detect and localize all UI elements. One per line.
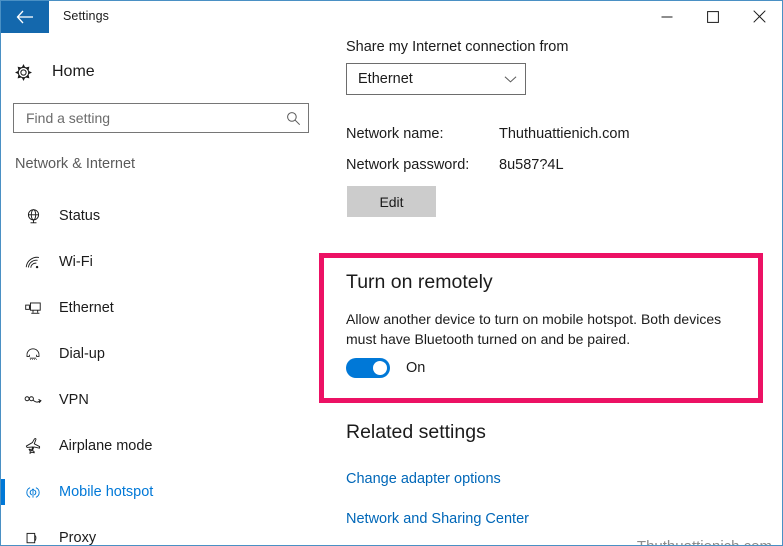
sidebar-item-wifi[interactable]: Wi-Fi	[1, 239, 319, 285]
close-icon	[752, 10, 766, 23]
selection-indicator	[1, 387, 5, 413]
sidebar: Home Network & Internet	[1, 33, 319, 545]
sidebar-home-label: Home	[52, 63, 95, 80]
maximize-button[interactable]	[690, 1, 736, 32]
selection-indicator	[1, 203, 5, 229]
sidebar-item-label: Proxy	[59, 530, 97, 546]
sidebar-item-label: Dial-up	[59, 346, 105, 362]
globe-icon	[11, 208, 55, 225]
window-title: Settings	[63, 9, 109, 23]
toggle-switch[interactable]	[346, 358, 390, 378]
title-bar: Settings	[1, 1, 782, 33]
dropdown-selected-value: Ethernet	[358, 71, 413, 87]
share-connection-dropdown[interactable]: Ethernet	[346, 63, 526, 95]
edit-button[interactable]: Edit	[347, 186, 436, 217]
turn-on-remotely-toggle[interactable]: On	[346, 358, 425, 378]
ethernet-icon	[11, 300, 55, 317]
sidebar-item-vpn[interactable]: VPN	[1, 377, 319, 423]
sidebar-item-ethernet[interactable]: Ethernet	[1, 285, 319, 331]
network-name-value: Thuthuattienich.com	[499, 126, 630, 142]
watermark: Thuthuattienich.com	[637, 538, 772, 545]
wifi-icon	[11, 254, 55, 271]
vpn-icon	[11, 393, 55, 408]
toggle-knob	[373, 361, 387, 375]
network-name-label: Network name:	[346, 126, 444, 142]
sidebar-item-label: VPN	[59, 392, 89, 408]
selection-indicator	[1, 479, 5, 505]
network-password-value: 8u587?4L	[499, 157, 564, 173]
sidebar-item-label: Wi-Fi	[59, 254, 93, 270]
turn-on-remotely-title: Turn on remotely	[346, 271, 493, 293]
sidebar-item-label: Ethernet	[59, 300, 114, 316]
toggle-state-label: On	[406, 360, 426, 376]
settings-window: Settings Home Find a setting Network & I…	[0, 0, 783, 546]
sidebar-item-label: Status	[59, 208, 101, 224]
sidebar-item-status[interactable]: Status	[1, 193, 319, 239]
selection-indicator	[1, 433, 5, 459]
sidebar-item-mobile-hotspot[interactable]: Mobile hotspot	[1, 469, 319, 515]
close-button[interactable]	[736, 1, 782, 32]
turn-on-remotely-section: Turn on remotely Allow another device to…	[319, 253, 763, 403]
selection-indicator	[1, 295, 5, 321]
search-box[interactable]	[13, 103, 309, 133]
chevron-down-icon	[495, 75, 525, 84]
network-password-row: Network password: 8u587?4L	[346, 157, 766, 173]
related-settings-title: Related settings	[346, 421, 486, 443]
minimize-button[interactable]	[644, 1, 690, 32]
dialup-icon	[11, 346, 55, 362]
sidebar-item-label: Mobile hotspot	[59, 484, 154, 500]
network-name-row: Network name: Thuthuattienich.com	[346, 126, 766, 142]
sidebar-item-home[interactable]: Home	[1, 55, 319, 89]
sidebar-category-title: Network & Internet	[15, 156, 136, 172]
selection-indicator	[1, 249, 5, 275]
airplane-icon	[11, 437, 55, 455]
sidebar-item-label: Airplane mode	[59, 438, 153, 454]
main-content: Share my Internet connection from Ethern…	[319, 33, 782, 545]
link-network-and-sharing-center[interactable]: Network and Sharing Center	[346, 511, 529, 527]
share-connection-label: Share my Internet connection from	[346, 39, 569, 55]
selection-indicator	[1, 525, 5, 545]
search-input[interactable]	[24, 104, 278, 132]
turn-on-remotely-description: Allow another device to turn on mobile h…	[346, 311, 722, 347]
back-button[interactable]	[1, 1, 49, 33]
search-icon[interactable]	[278, 111, 308, 126]
back-arrow-icon	[16, 10, 33, 24]
sidebar-item-airplane-mode[interactable]: Airplane mode	[1, 423, 319, 469]
gear-icon	[1, 63, 45, 81]
sidebar-item-dialup[interactable]: Dial-up	[1, 331, 319, 377]
selection-indicator	[1, 341, 5, 367]
proxy-icon	[11, 530, 55, 546]
sidebar-item-proxy[interactable]: Proxy	[1, 515, 319, 546]
hotspot-icon	[11, 484, 55, 501]
link-change-adapter-options[interactable]: Change adapter options	[346, 471, 501, 487]
maximize-icon	[707, 10, 719, 23]
minimize-icon	[661, 16, 673, 17]
network-password-label: Network password:	[346, 157, 470, 173]
sidebar-nav-list: Status Wi-Fi Ethernet Dial-up VPN Airpla…	[1, 193, 319, 546]
